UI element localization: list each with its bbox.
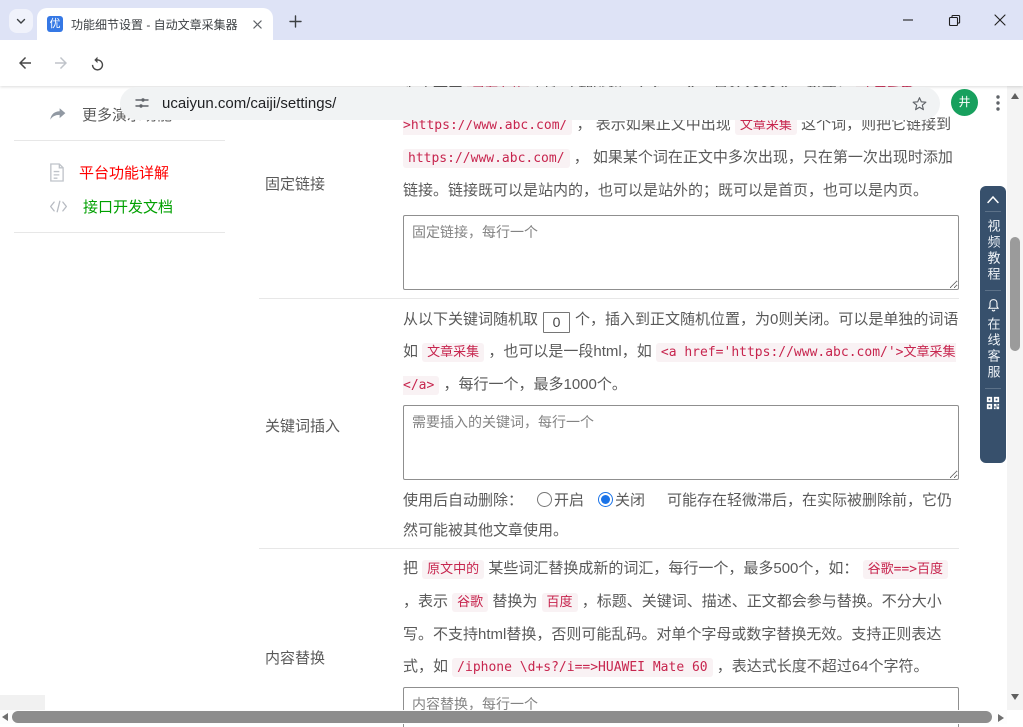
forward-arrow-icon <box>52 54 70 72</box>
code-token: https://www.abc.com/ <box>403 149 570 168</box>
code-token: 谷歌==>百度 <box>863 560 948 579</box>
keyword-insert-textarea[interactable] <box>403 405 959 480</box>
horizontal-scrollbar-thumb[interactable] <box>12 711 992 723</box>
autodelete-radio-on[interactable] <box>537 492 552 507</box>
chevron-down-icon <box>15 15 27 27</box>
reload-icon <box>89 55 106 72</box>
back-to-top-button[interactable] <box>986 195 1000 204</box>
sidebar-divider <box>14 232 225 233</box>
scroll-right-arrow[interactable] <box>998 714 1004 722</box>
forward-button[interactable] <box>46 48 76 78</box>
video-tutorial-label: 视频教程 <box>987 219 1000 283</box>
code-token: 原文中的 <box>422 560 484 579</box>
field-label: 关键词插入 <box>259 304 403 546</box>
panel-divider <box>985 211 1001 212</box>
chevron-up-icon <box>986 195 1000 204</box>
tab-strip: 优 功能细节设置 - 自动文章采集器 <box>0 0 1023 40</box>
radio-on-label[interactable]: 开启 <box>554 492 584 509</box>
field-label: 内容替换 <box>259 553 403 727</box>
floating-side-panel: 视频教程 在线客服 <box>980 186 1006 463</box>
code-token: <a href='https://www.abc.com/'>文章采集</a> <box>403 343 956 395</box>
content-replace-help-text: 把 原文中的 某些词汇替换成新的词汇，每行一个，最多500个，如： 谷歌==>百… <box>403 553 959 684</box>
tab-title: 功能细节设置 - 自动文章采集器 <box>71 16 249 33</box>
profile-avatar[interactable]: 井 <box>951 89 978 116</box>
restore-button[interactable] <box>931 0 977 40</box>
online-support-button[interactable]: 在线客服 <box>987 298 1000 381</box>
keyword-count-input[interactable] <box>543 312 570 333</box>
settings-form: 固定链接 为正文中 已存在的 词汇添加链接，每行一个，最多1000个，格式： 文… <box>259 86 959 727</box>
autodelete-radio-off[interactable] <box>598 492 613 507</box>
bookmark-star-icon[interactable] <box>911 95 928 112</box>
sidebar-divider <box>14 140 225 141</box>
sidebar-item-platform-docs[interactable]: 平台功能详解 <box>14 155 225 189</box>
back-arrow-icon <box>16 54 34 72</box>
scroll-corner <box>0 695 45 710</box>
site-settings-icon[interactable] <box>134 95 150 111</box>
fixed-link-textarea[interactable] <box>403 215 959 290</box>
document-icon <box>48 163 65 182</box>
form-row-content-replace: 内容替换 把 原文中的 某些词汇替换成新的词汇，每行一个，最多500个，如： 谷… <box>259 549 959 727</box>
back-button[interactable] <box>10 48 40 78</box>
help-text-segment: 从以下关键词随机取 <box>403 311 538 328</box>
browser-menu-button[interactable] <box>985 89 1011 116</box>
page-content: 更多演示功能 平台功能详解 接口开发文档 固定链接 为正文中 已存在的 词汇添加… <box>0 86 1007 727</box>
panel-divider <box>985 290 1001 291</box>
site-favicon: 优 <box>47 16 63 32</box>
three-dots-icon <box>996 95 1000 111</box>
url-text: ucaiyun.com/caiji/settings/ <box>162 95 911 112</box>
scroll-down-arrow[interactable] <box>1011 694 1019 700</box>
address-bar[interactable]: ucaiyun.com/caiji/settings/ <box>120 87 940 120</box>
panel-divider <box>985 388 1001 389</box>
form-row-keyword-insert: 关键词插入 从以下关键词随机取个，插入到正文随机位置，为0则关闭。可以是单独的词… <box>259 299 959 549</box>
browser-toolbar: ucaiyun.com/caiji/settings/ 井 <box>0 40 1023 86</box>
scroll-up-arrow[interactable] <box>1011 93 1019 99</box>
close-window-button[interactable] <box>977 0 1023 40</box>
code-icon <box>48 199 69 214</box>
qr-code-button[interactable] <box>986 396 1000 410</box>
reload-button[interactable] <box>82 48 112 78</box>
minimize-button[interactable] <box>885 0 931 40</box>
tab-close-icon[interactable] <box>249 16 265 32</box>
code-token: 百度 <box>542 593 578 612</box>
vertical-scrollbar[interactable] <box>1007 86 1023 710</box>
window-controls <box>885 0 1023 40</box>
autodelete-setting: 使用后自动删除：开启关闭可能存在轻微滞后，在实际被删除前，它仍然可能被其他文章使… <box>403 486 959 546</box>
plus-icon <box>289 15 302 28</box>
radio-off-label[interactable]: 关闭 <box>615 492 645 509</box>
keyword-insert-help-text: 从以下关键词随机取个，插入到正文随机位置，为0则关闭。可以是单独的词语如 文章采… <box>403 304 959 402</box>
vertical-scrollbar-thumb[interactable] <box>1010 237 1020 351</box>
tab-search-button[interactable] <box>9 9 33 33</box>
scroll-left-arrow[interactable] <box>2 713 8 721</box>
sidebar-item-label: 平台功能详解 <box>79 162 169 183</box>
code-token: /iphone \d+s?/i==>HUAWEI Mate 60 <box>452 658 712 677</box>
code-token: 文章采集 <box>422 343 484 362</box>
online-support-label: 在线客服 <box>987 317 1000 381</box>
video-tutorial-button[interactable]: 视频教程 <box>987 219 1000 283</box>
browser-tab[interactable]: 优 功能细节设置 - 自动文章采集器 <box>37 8 273 40</box>
qr-code-icon <box>986 396 1000 410</box>
new-tab-button[interactable] <box>283 9 307 33</box>
sidebar-item-label: 接口开发文档 <box>83 196 173 217</box>
bell-icon <box>987 298 1000 312</box>
horizontal-scrollbar[interactable] <box>0 710 1007 724</box>
share-arrow-icon <box>48 105 68 123</box>
sidebar-item-api-docs[interactable]: 接口开发文档 <box>14 189 225 223</box>
code-token: 谷歌 <box>452 593 488 612</box>
autodelete-label: 使用后自动删除： <box>403 492 523 509</box>
